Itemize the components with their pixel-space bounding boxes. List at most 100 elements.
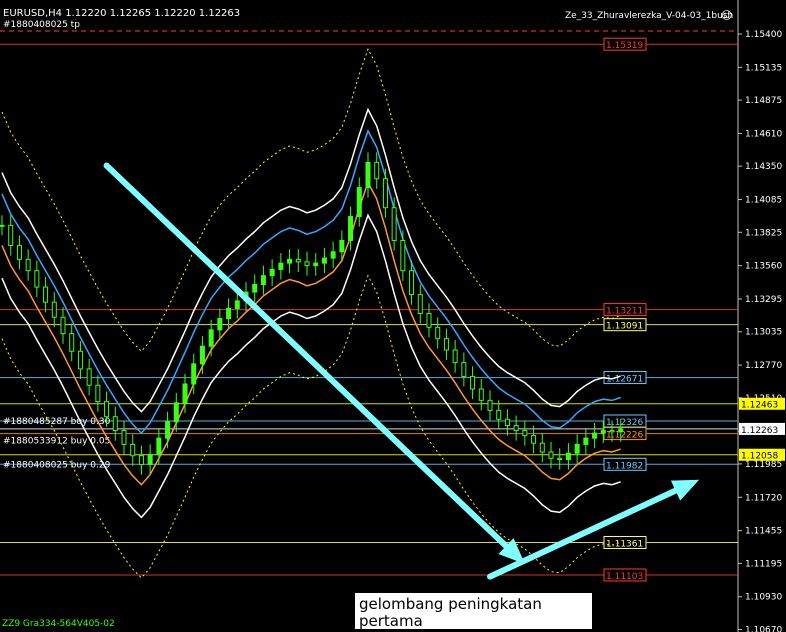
y-tick-label: 1.14875: [745, 96, 782, 106]
candle-body: [43, 286, 49, 303]
candle-body: [191, 363, 197, 385]
candle-body: [0, 224, 5, 227]
candle-body: [147, 453, 153, 466]
candle-body: [470, 375, 476, 390]
candle-body: [382, 178, 388, 209]
order-label: #1880408025 tp: [3, 20, 80, 30]
symbol-info: EURUSD,H4 1.12220 1.12265 1.12220 1.1226…: [3, 8, 241, 19]
candle-body: [104, 401, 110, 418]
candle-body: [618, 428, 624, 433]
y-tick-label: 1.11720: [745, 493, 782, 503]
y-tick-label: 1.15135: [745, 63, 782, 73]
candle-body: [348, 216, 354, 241]
price-tag-text: 1.11982: [606, 461, 643, 471]
candle-body: [208, 329, 214, 347]
blue-step-line: [1, 129, 621, 435]
price-tag-text: 1.13211: [606, 307, 643, 317]
candle-body: [583, 437, 589, 445]
trend-arrow-shaft: [487, 487, 679, 580]
caption-box: gelombang peningkatan pertama: [355, 593, 592, 629]
candle-body: [400, 239, 406, 272]
candle-body: [443, 338, 449, 351]
candle-body: [374, 161, 380, 180]
y-tick-label: 1.14085: [745, 196, 782, 206]
indicator-name: Ze_33_Zhuravlerezka_V-04-03_1bush: [565, 11, 734, 21]
candle-body: [452, 349, 458, 364]
candle-body: [504, 418, 510, 427]
candle-body: [182, 383, 188, 404]
bottom-left-label: ZZ9 Gra334-564V405-02: [2, 619, 115, 629]
smiley-icon: ☺: [721, 9, 733, 22]
candle-body: [77, 350, 83, 370]
candle-body: [278, 262, 284, 270]
candle-body: [287, 258, 293, 264]
candle-body: [330, 251, 336, 259]
candle-body: [217, 318, 223, 331]
price-label-text: 1.12058: [741, 452, 778, 462]
candle-body: [435, 326, 441, 340]
candle-body: [487, 399, 493, 411]
candle-body: [548, 451, 554, 459]
order-text: #1880408025 buy 0.29: [3, 460, 111, 470]
order-text: #1880533912 buy 0.05: [3, 437, 110, 447]
candle-body: [130, 443, 136, 457]
candle-body: [234, 300, 240, 309]
candle-body: [156, 437, 162, 455]
candle-body: [461, 362, 467, 377]
candle-body: [60, 316, 66, 335]
candle-body: [295, 258, 301, 263]
candle-body: [356, 187, 362, 218]
y-tick-label: 1.14350: [745, 162, 782, 172]
candle-body: [565, 452, 571, 461]
y-tick-label: 1.12770: [745, 361, 782, 371]
candle-body: [138, 455, 144, 466]
y-tick-label: 1.13825: [745, 228, 782, 238]
candle-body: [16, 244, 22, 260]
candle-body: [86, 368, 92, 386]
candle-body: [478, 388, 484, 401]
candle-body: [260, 275, 266, 286]
y-tick-label: 1.10930: [745, 593, 782, 603]
candle-body: [417, 294, 423, 314]
order-text: #1880485287 buy 0.30: [3, 417, 111, 427]
candle-body: [25, 258, 31, 272]
candle-body: [34, 270, 40, 288]
candle-body: [557, 457, 563, 461]
candle-body: [539, 442, 545, 453]
candle-body: [69, 333, 75, 352]
y-tick-label: 1.10670: [745, 625, 782, 632]
candle-body: [513, 425, 519, 432]
y-tick-label: 1.13035: [745, 328, 782, 338]
lower-band: [1, 213, 621, 519]
y-tick-label: 1.13560: [745, 262, 782, 272]
candle-body: [409, 270, 415, 296]
candle-body: [304, 261, 310, 267]
price-tag-text: 1.11103: [606, 572, 643, 582]
candle-body: [426, 312, 432, 328]
candle-body: [339, 239, 345, 253]
candle-body: [51, 301, 57, 318]
candle-body: [121, 430, 127, 445]
candle-body: [313, 262, 319, 267]
price-tag-text: 1.13091: [606, 322, 643, 332]
candle-body: [574, 443, 580, 454]
candle-body: [609, 430, 615, 433]
candle-body: [531, 435, 537, 444]
candle-body: [391, 207, 397, 241]
candle-body: [95, 384, 101, 403]
price-chart: 1.15400 1.15135 1.14875 1.14610 1.14350 1.140…: [0, 0, 785, 632]
candle-body: [226, 307, 232, 320]
y-tick-label: 1.15400: [745, 30, 782, 40]
candle-body: [112, 416, 118, 432]
price-label-text: 1.12463: [741, 401, 778, 411]
price-tag-text: 1.15319: [606, 41, 643, 51]
candle-body: [496, 409, 502, 420]
outer-dotted-upper: [1, 47, 621, 353]
candle-body: [522, 430, 528, 437]
y-tick-label: 1.11195: [745, 559, 782, 569]
chart-window: 1.15400 1.15135 1.14875 1.14610 1.14350 1.140…: [0, 0, 786, 632]
candle-body: [173, 402, 179, 423]
y-tick-label: 1.13295: [745, 295, 782, 305]
candle-body: [365, 161, 371, 189]
candle-body: [321, 257, 327, 264]
